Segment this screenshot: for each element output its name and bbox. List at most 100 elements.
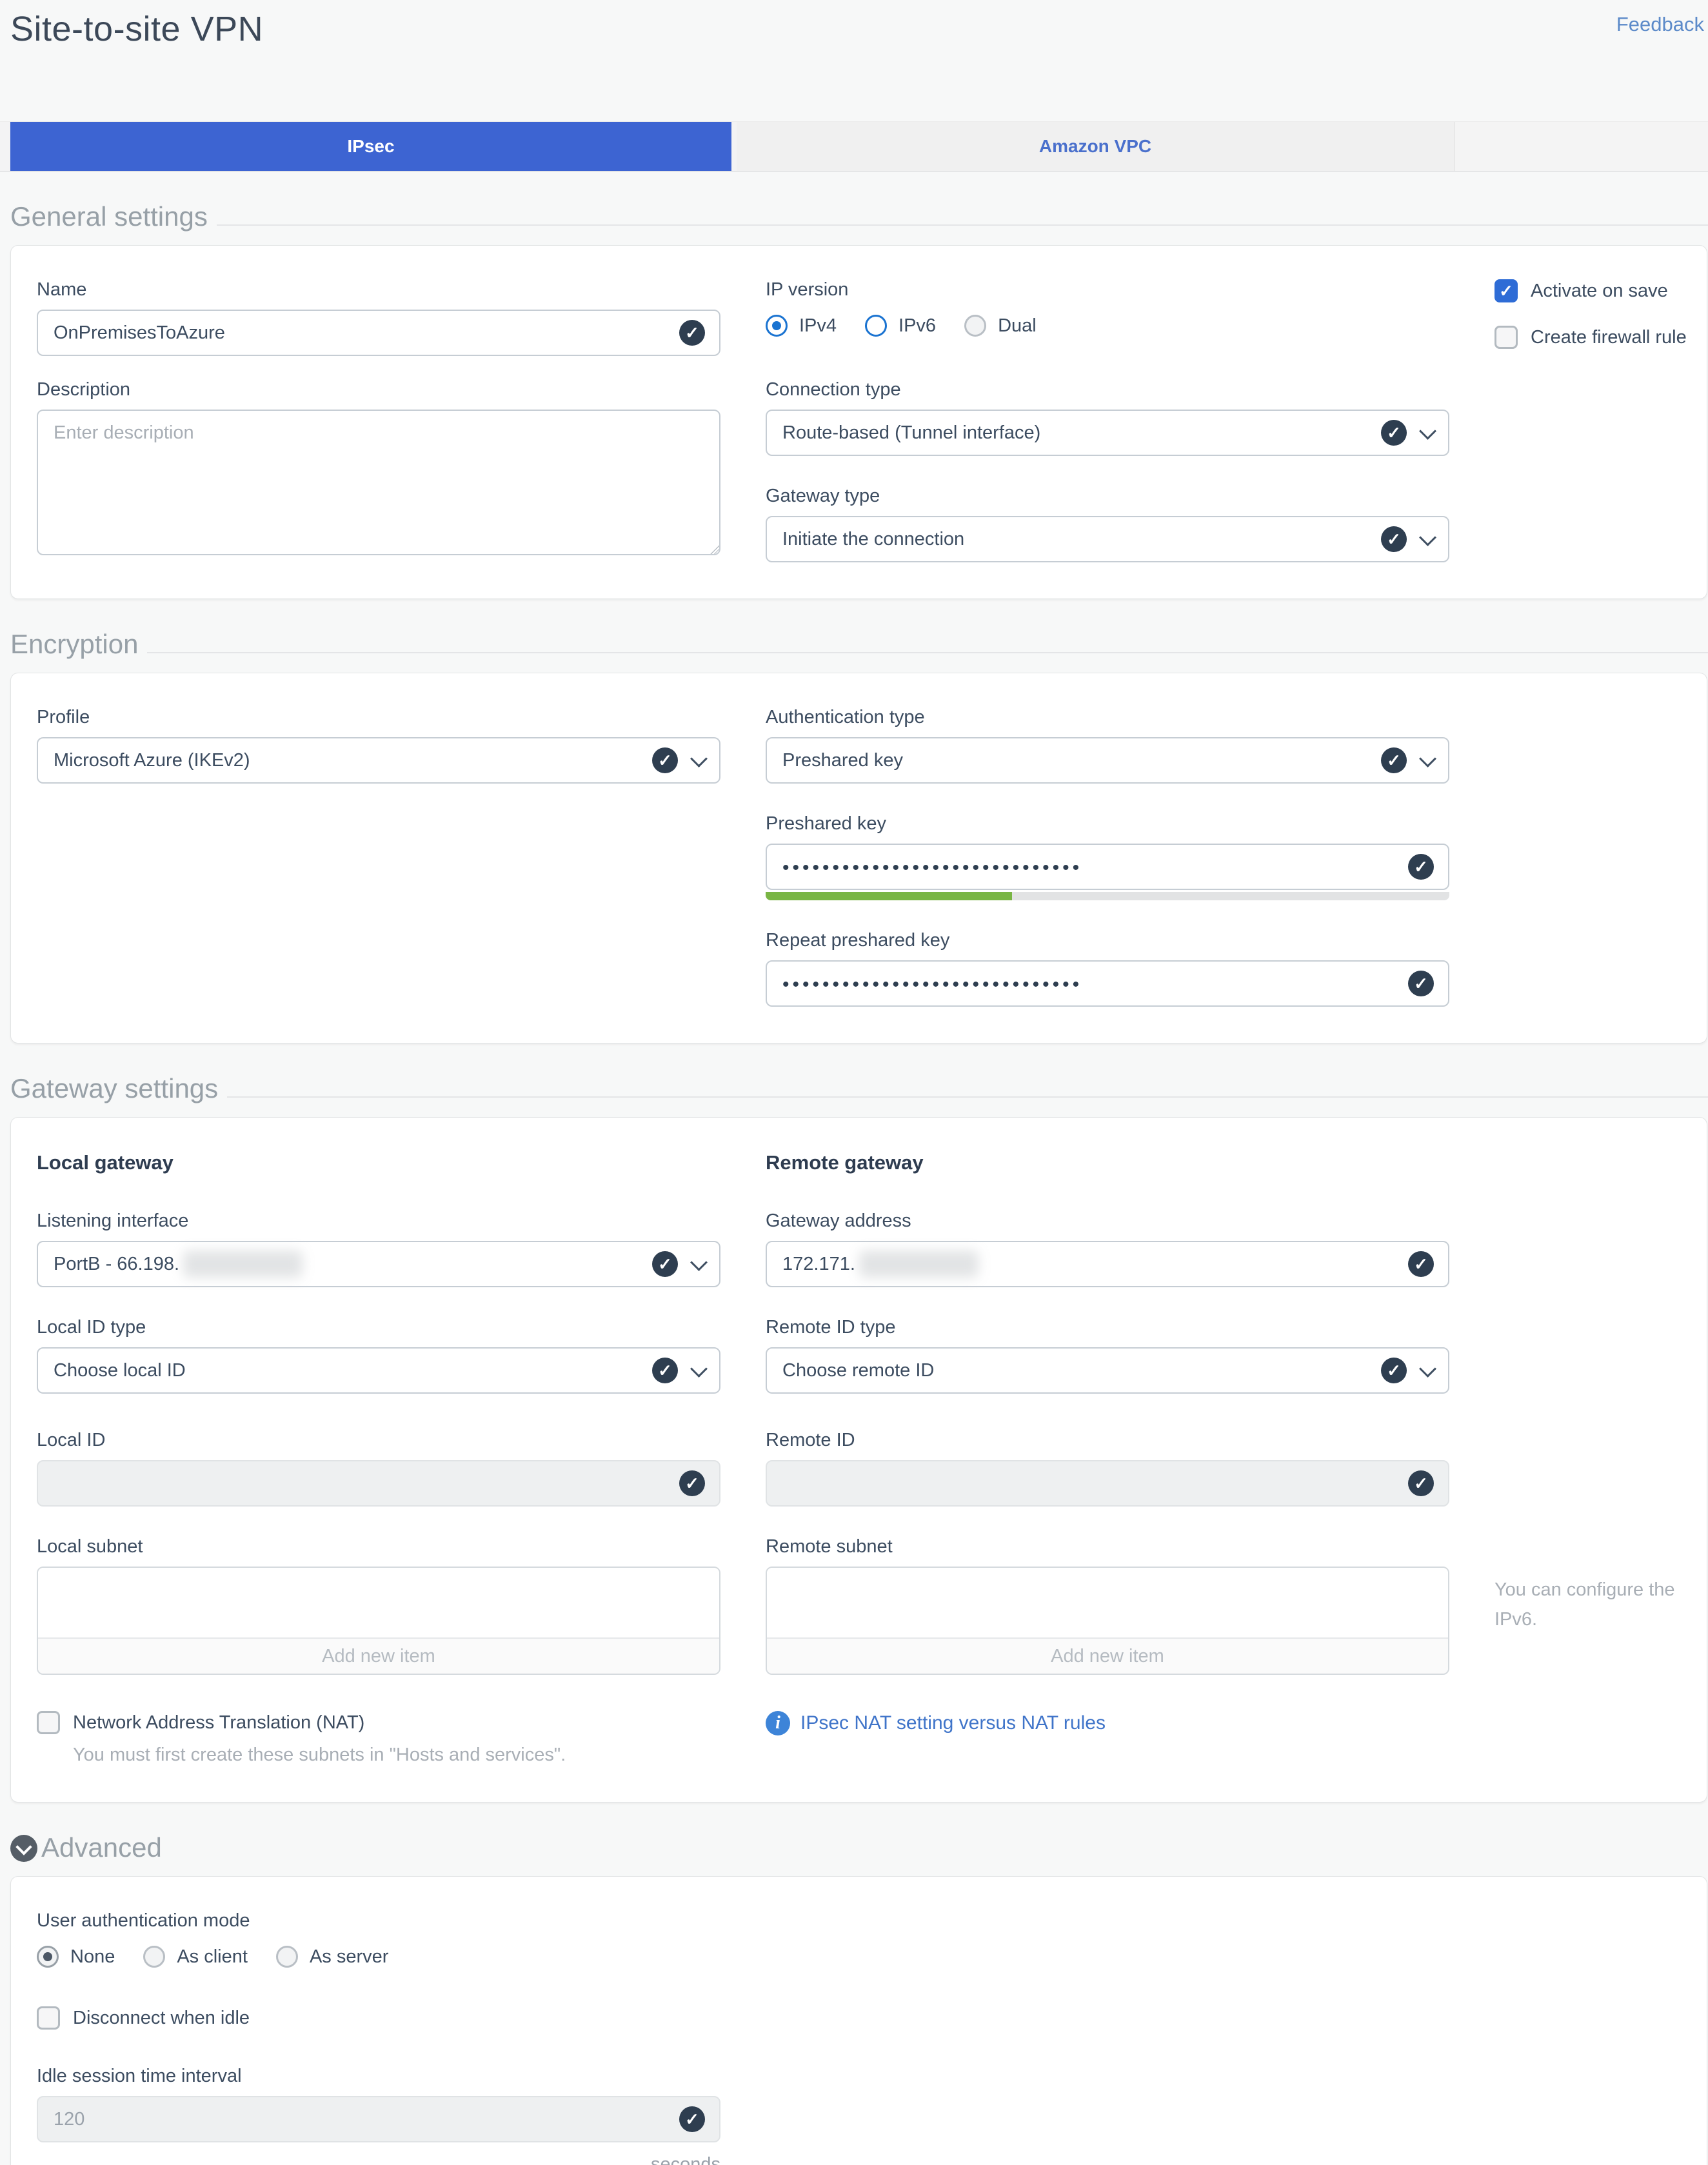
tab-ipsec[interactable]: IPsec: [10, 122, 731, 171]
profile-label: Profile: [37, 707, 720, 728]
auth-type-label: Authentication type: [766, 707, 1449, 728]
local-id-type-select[interactable]: Choose local ID: [37, 1347, 720, 1394]
local-subnet-listbox[interactable]: Add new item: [37, 1567, 720, 1675]
create-firewall-rule-label[interactable]: Create firewall rule: [1531, 327, 1687, 348]
auth-type-select[interactable]: Preshared key: [766, 737, 1449, 784]
disconnect-when-idle-row: Disconnect when idle: [37, 2006, 1707, 2030]
page-title: Site-to-site VPN: [10, 9, 263, 49]
radio-ipv4[interactable]: [766, 315, 788, 337]
name-label: Name: [37, 279, 720, 301]
radio-as-server-label[interactable]: As server: [310, 1946, 388, 1968]
gateway-settings-panel: Local gateway Remote gateway Listening i…: [10, 1117, 1707, 1803]
remote-subnet-list[interactable]: [767, 1568, 1448, 1637]
radio-dual[interactable]: [964, 315, 986, 337]
nat-checkbox[interactable]: [37, 1711, 60, 1734]
encryption-panel: Profile Microsoft Azure (IKEv2) Authenti…: [10, 673, 1707, 1043]
tab-amazon-vpc[interactable]: Amazon VPC: [737, 122, 1455, 171]
tab-bar-filler: [1455, 122, 1708, 171]
valid-check-icon: [679, 320, 705, 346]
radio-as-client[interactable]: [143, 1946, 165, 1968]
radio-ipv4-label[interactable]: IPv4: [799, 315, 837, 337]
idle-session-unit: seconds: [37, 2154, 720, 2165]
valid-check-icon: [1381, 1358, 1407, 1383]
remote-id-type-label: Remote ID type: [766, 1317, 1449, 1338]
local-id-label: Local ID: [37, 1430, 720, 1451]
valid-check-icon: [652, 1251, 678, 1277]
chevron-down-icon: [1419, 422, 1436, 440]
remote-gateway-heading: Remote gateway: [766, 1151, 1449, 1174]
profile-select[interactable]: Microsoft Azure (IKEv2): [37, 737, 720, 784]
disconnect-when-idle-checkbox[interactable]: [37, 2006, 60, 2030]
remote-id-label: Remote ID: [766, 1430, 1449, 1451]
heading-divider: [227, 1096, 1708, 1098]
user-auth-mode-label: User authentication mode: [37, 1910, 1707, 1932]
nat-info-link[interactable]: i IPsec NAT setting versus NAT rules: [766, 1711, 1449, 1735]
description-textarea[interactable]: [37, 410, 720, 555]
connection-type-label: Connection type: [766, 379, 1449, 400]
preshared-key-label: Preshared key: [766, 813, 1449, 835]
local-subnet-list[interactable]: [38, 1568, 719, 1637]
idle-session-value: 120: [54, 2109, 84, 2130]
general-settings-panel: Name OnPremisesToAzure IP version IPv4 I…: [10, 245, 1707, 599]
name-field[interactable]: OnPremisesToAzure: [37, 310, 720, 356]
remote-id-field: [766, 1460, 1449, 1507]
advanced-panel: User authentication mode None As client …: [10, 1876, 1707, 2165]
password-strength-fill: [766, 892, 1012, 900]
gateway-address-field[interactable]: 172.171.: [766, 1241, 1449, 1287]
remote-subnet-listbox[interactable]: Add new item: [766, 1567, 1449, 1675]
local-gateway-heading: Local gateway: [37, 1151, 720, 1174]
user-auth-mode-options: None As client As server: [37, 1946, 1707, 1968]
valid-check-icon: [652, 1358, 678, 1383]
heading-divider: [217, 224, 1708, 226]
password-strength-meter: [766, 892, 1449, 900]
remote-subnet-label: Remote subnet: [766, 1536, 1449, 1557]
redacted-ip: [183, 1251, 303, 1278]
repeat-preshared-key-masked-value: ••••••••••••••••••••••••••••••: [782, 974, 1082, 996]
preshared-key-field[interactable]: ••••••••••••••••••••••••••••••: [766, 844, 1449, 890]
chevron-down-icon: [1419, 529, 1436, 546]
listening-interface-select[interactable]: PortB - 66.198.: [37, 1241, 720, 1287]
gateway-type-select[interactable]: Initiate the connection: [766, 516, 1449, 562]
idle-session-field: 120: [37, 2096, 720, 2142]
local-subnet-add-new-item[interactable]: Add new item: [38, 1637, 719, 1674]
remote-id-type-select[interactable]: Choose remote ID: [766, 1347, 1449, 1394]
activate-on-save-label[interactable]: Activate on save: [1531, 281, 1668, 302]
radio-ipv6-label[interactable]: IPv6: [899, 315, 936, 337]
create-firewall-rule-checkbox[interactable]: [1494, 326, 1518, 349]
repeat-preshared-key-field[interactable]: ••••••••••••••••••••••••••••••: [766, 960, 1449, 1007]
radio-none-label[interactable]: None: [70, 1946, 115, 1968]
radio-as-client-label[interactable]: As client: [177, 1946, 248, 1968]
feedback-link[interactable]: Feedback: [1616, 13, 1704, 36]
valid-check-icon: [1381, 526, 1407, 552]
radio-ipv6[interactable]: [865, 315, 887, 337]
valid-check-icon: [679, 1470, 705, 1496]
valid-check-icon: [1381, 747, 1407, 773]
valid-check-icon: [679, 2106, 705, 2132]
collapse-chevron-icon[interactable]: [10, 1835, 37, 1862]
remote-subnet-add-new-item[interactable]: Add new item: [767, 1637, 1448, 1674]
gateway-address-label: Gateway address: [766, 1211, 1449, 1232]
encryption-heading: Encryption: [10, 629, 1708, 660]
activate-on-save-row: Activate on save: [1494, 279, 1707, 302]
local-id-type-label: Local ID type: [37, 1317, 720, 1338]
connection-type-select[interactable]: Route-based (Tunnel interface): [766, 410, 1449, 456]
description-label: Description: [37, 379, 720, 400]
nat-label[interactable]: Network Address Translation (NAT): [73, 1712, 364, 1734]
nat-help-text: You must first create these subnets in "…: [73, 1745, 720, 1766]
heading-divider: [147, 652, 1708, 653]
activate-on-save-checkbox[interactable]: [1494, 279, 1518, 302]
disconnect-when-idle-label[interactable]: Disconnect when idle: [73, 2008, 250, 2029]
ip-version-label: IP version: [766, 279, 1449, 301]
gateway-type-label: Gateway type: [766, 486, 1449, 507]
listening-interface-label: Listening interface: [37, 1211, 720, 1232]
site-to-site-vpn-page: Site-to-site VPN Feedback IPsec Amazon V…: [0, 0, 1708, 2165]
valid-check-icon: [1408, 854, 1434, 880]
gateway-settings-heading: Gateway settings: [10, 1073, 1708, 1104]
radio-as-server[interactable]: [276, 1946, 298, 1968]
radio-dual-label[interactable]: Dual: [998, 315, 1037, 337]
chevron-down-icon: [690, 1254, 708, 1271]
preshared-key-masked-value: ••••••••••••••••••••••••••••••: [782, 857, 1082, 879]
info-icon: i: [766, 1711, 790, 1735]
name-value: OnPremisesToAzure: [54, 322, 225, 344]
radio-none[interactable]: [37, 1946, 59, 1968]
